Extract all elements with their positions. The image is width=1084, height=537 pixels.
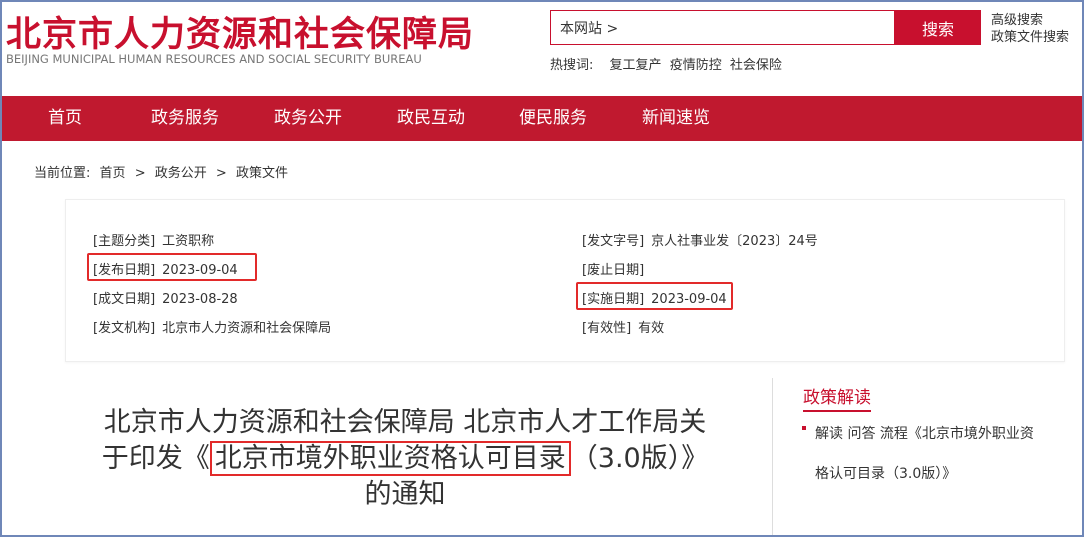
breadcrumb-item-policy-files[interactable]: 政策文件 xyxy=(236,166,288,181)
breadcrumb-separator: > xyxy=(215,166,227,181)
site-logo-subtitle: BEIJING MUNICIPAL HUMAN RESOURCES AND SO… xyxy=(6,52,422,66)
advanced-search-link[interactable]: 高级搜索 xyxy=(991,12,1069,29)
meta-value: 京人社事业发〔2023〕24号 xyxy=(651,234,818,249)
meta-document-number: [发文字号] 京人社事业发〔2023〕24号 xyxy=(582,230,818,249)
nav-item-interaction[interactable]: 政民互动 xyxy=(397,96,465,141)
highlight-effective-date xyxy=(576,282,733,310)
nav-item-home[interactable]: 首页 xyxy=(48,96,82,141)
meta-key: [有效性] xyxy=(582,321,632,336)
meta-key: [发文字号] xyxy=(582,234,645,249)
site-header: 北京市人力资源和社会保障局 BEIJING MUNICIPAL HUMAN RE… xyxy=(0,0,1084,96)
hotword-link[interactable]: 复工复产 xyxy=(610,58,662,73)
meta-repeal-date: [废止日期] xyxy=(582,259,651,278)
breadcrumb-label: 当前位置: xyxy=(34,166,91,181)
nav-item-government-services[interactable]: 政务服务 xyxy=(151,96,219,141)
title-line-1: 北京市人力资源和社会保障局 北京市人才工作局关 xyxy=(103,407,707,438)
highlight-publish-date xyxy=(87,253,257,281)
meta-subject: [主题分类] 工资职称 xyxy=(93,230,214,249)
breadcrumb: 当前位置: 首页 > 政务公开 > 政策文件 xyxy=(34,162,288,181)
search-box[interactable] xyxy=(550,10,895,45)
hotword-link[interactable]: 社会保险 xyxy=(730,58,782,73)
title-prefix: 于印发《 xyxy=(101,443,210,474)
hotwords-label: 热搜词: xyxy=(550,58,594,73)
title-line-3: 的通知 xyxy=(364,479,446,510)
hotword-link[interactable]: 疫情防控 xyxy=(670,58,722,73)
title-line-2: 于印发《 北京市境外职业资格认可目录 （3.0版）》 xyxy=(60,441,750,477)
document-title: 北京市人力资源和社会保障局 北京市人才工作局关 于印发《 北京市境外职业资格认可目… xyxy=(60,405,750,513)
meta-issuing-agency: [发文机构] 北京市人力资源和社会保障局 xyxy=(93,317,331,336)
breadcrumb-item-home[interactable]: 首页 xyxy=(100,166,126,181)
search-button[interactable]: 搜索 xyxy=(895,10,981,45)
meta-key: [主题分类] xyxy=(93,234,156,249)
breadcrumb-item-affairs[interactable]: 政务公开 xyxy=(155,166,207,181)
site-logo-title[interactable]: 北京市人力资源和社会保障局 xyxy=(6,6,474,57)
meta-value: 工资职称 xyxy=(162,234,215,249)
meta-key: [发文机构] xyxy=(93,321,156,336)
meta-value: 2023-08-28 xyxy=(162,292,238,307)
meta-key: [废止日期] xyxy=(582,263,645,278)
related-link-continued[interactable]: 格认可目录（3.0版）》 xyxy=(815,463,956,483)
title-suffix: （3.0版）》 xyxy=(570,443,709,474)
breadcrumb-separator: > xyxy=(134,166,146,181)
meta-key: [成文日期] xyxy=(93,292,156,307)
policy-file-search-link[interactable]: 政策文件搜索 xyxy=(991,29,1069,46)
nav-item-news[interactable]: 新闻速览 xyxy=(642,96,710,141)
policy-interpretation-heading[interactable]: 政策解读 xyxy=(803,383,871,412)
list-bullet-icon xyxy=(802,426,806,430)
hotwords: 热搜词: 复工复产 疫情防控 社会保险 xyxy=(550,54,787,73)
nav-item-government-affairs[interactable]: 政务公开 xyxy=(274,96,342,141)
nav-item-convenience[interactable]: 便民服务 xyxy=(519,96,587,141)
search-links: 高级搜索 政策文件搜索 xyxy=(991,12,1069,46)
meta-validity: [有效性] 有效 xyxy=(582,317,664,336)
meta-value: 北京市人力资源和社会保障局 xyxy=(162,321,332,336)
main-nav: 首页 政务服务 政务公开 政民互动 便民服务 新闻速览 xyxy=(2,96,1082,141)
related-link[interactable]: 解读 问答 流程《北京市境外职业资 xyxy=(815,423,1034,443)
title-highlighted-name: 北京市境外职业资格认可目录 xyxy=(209,441,571,476)
column-divider xyxy=(772,378,773,537)
search-input[interactable] xyxy=(551,11,894,44)
meta-value: 有效 xyxy=(638,321,665,336)
meta-written-date: [成文日期] 2023-08-28 xyxy=(93,288,238,307)
